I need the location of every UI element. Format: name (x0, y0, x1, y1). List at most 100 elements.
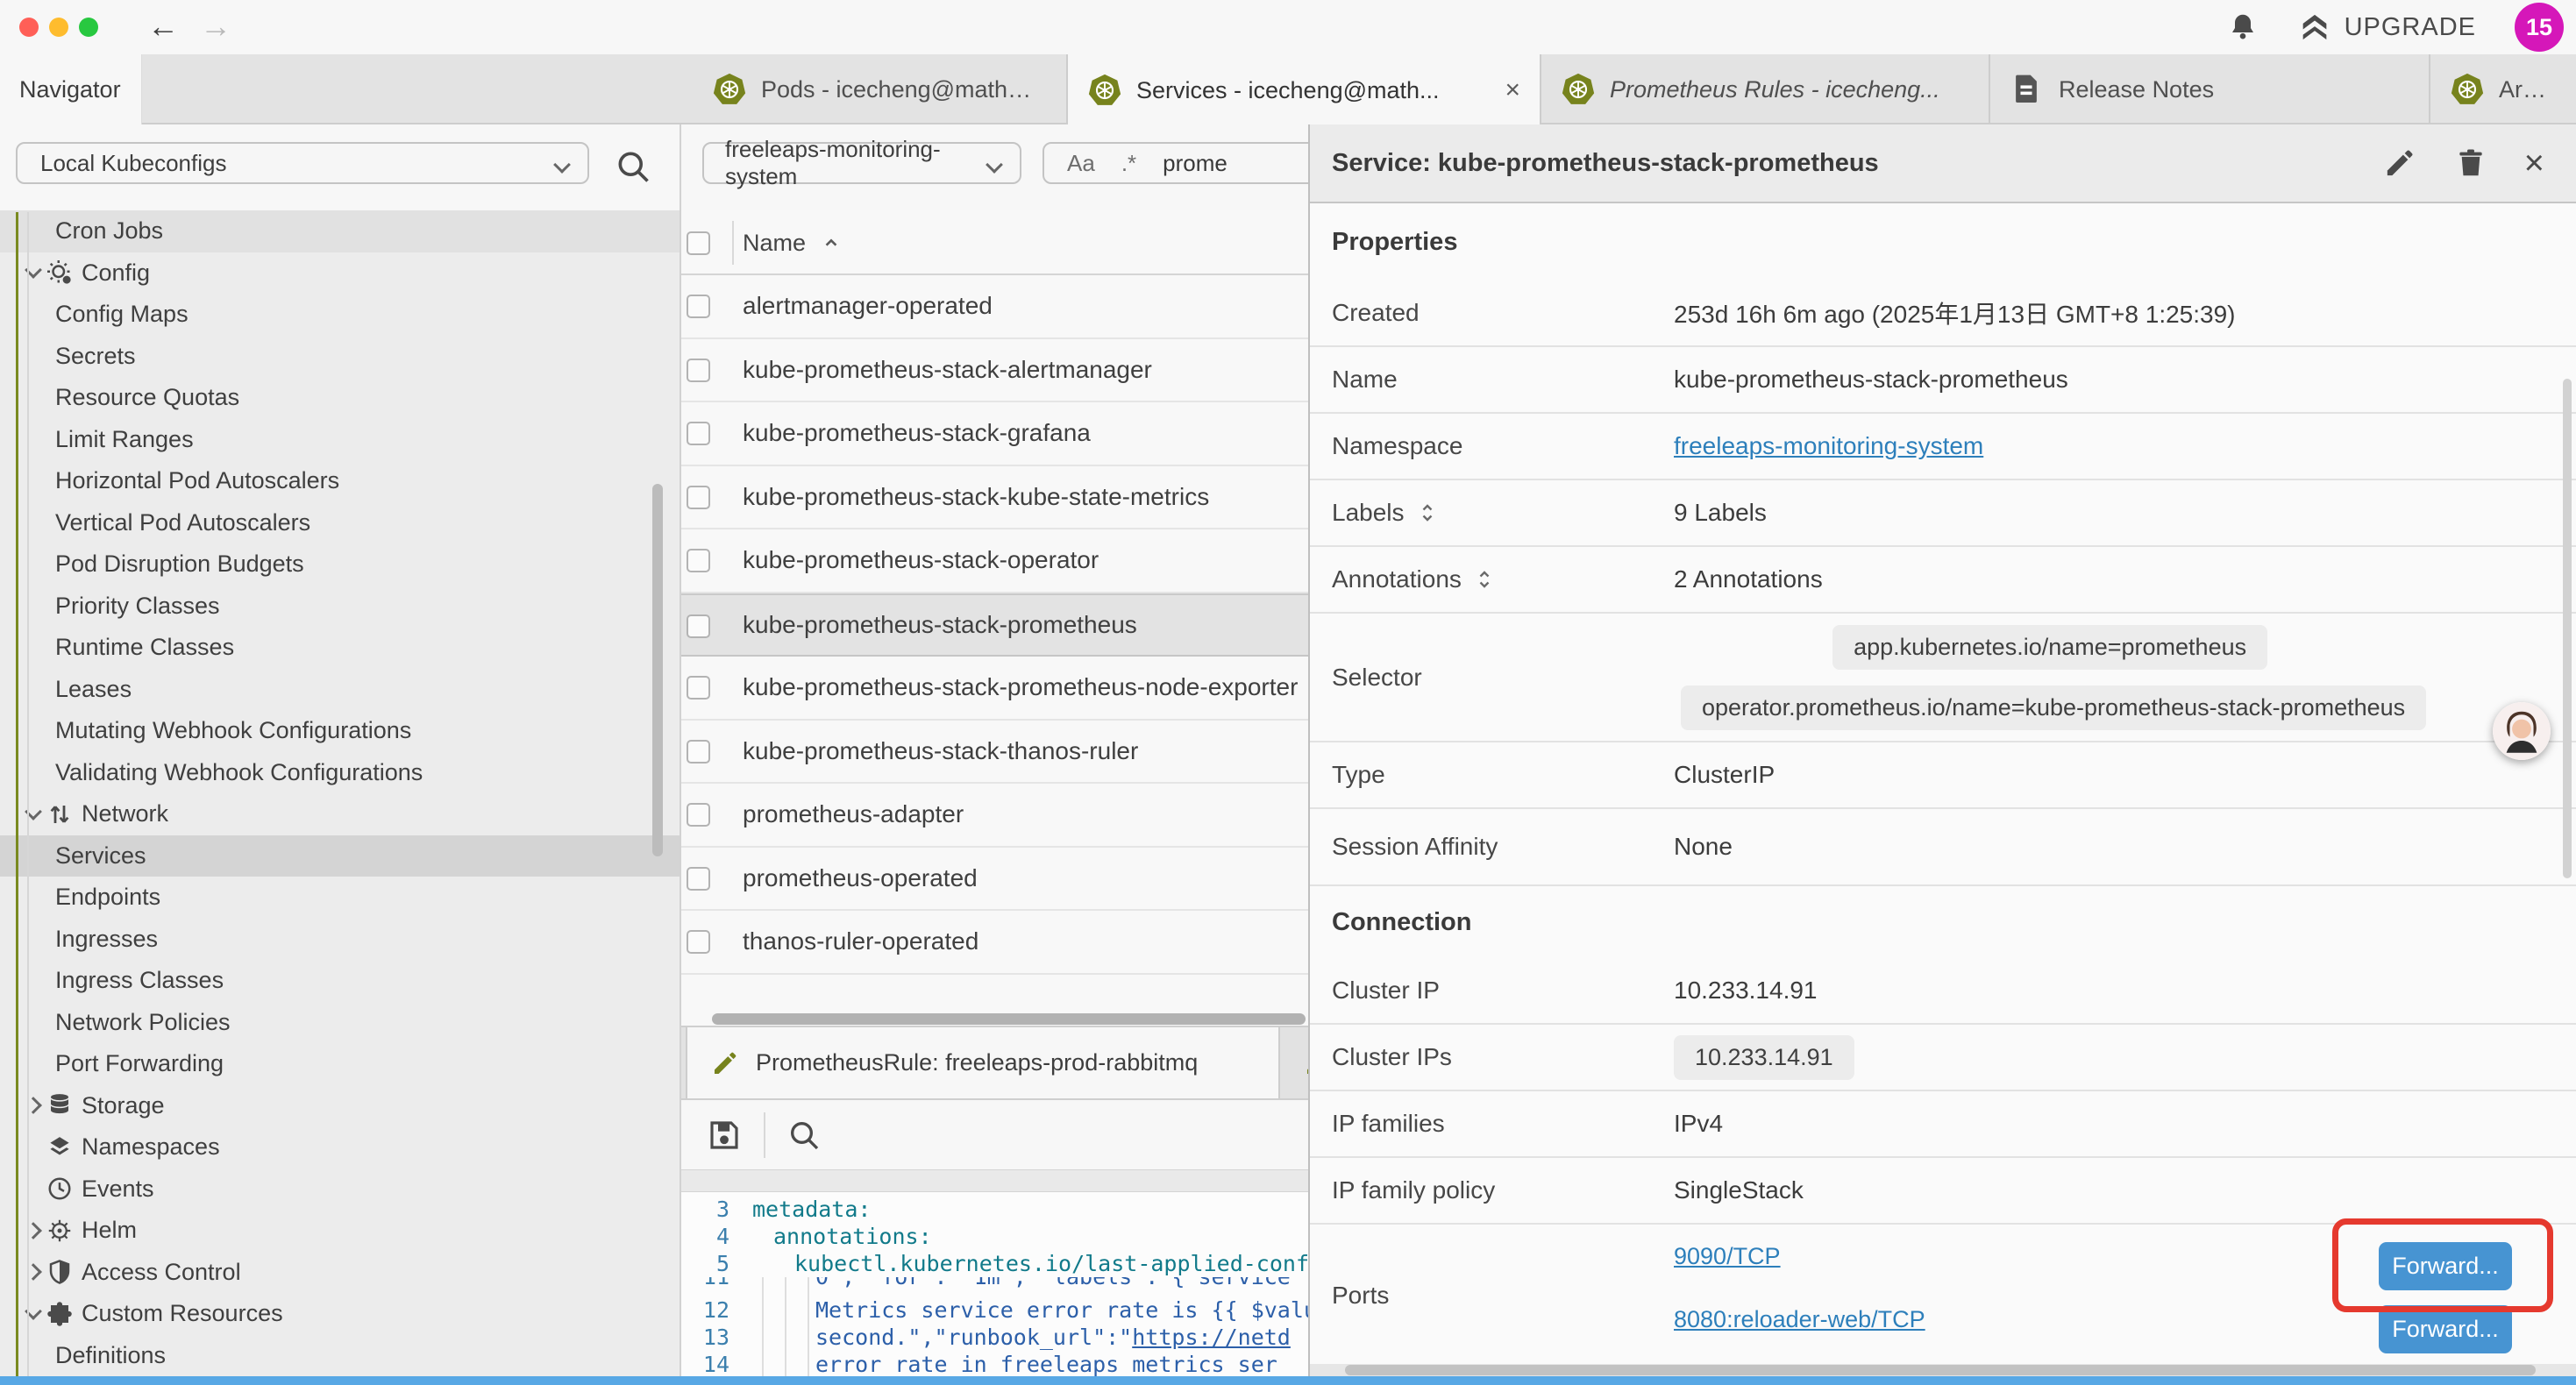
sidebar-item-custom-resources[interactable]: Custom Resources (0, 1293, 680, 1335)
sidebar-item-cron-jobs[interactable]: Cron Jobs (0, 210, 680, 252)
sidebar-item-ingress-classes[interactable]: Ingress Classes (0, 960, 680, 1002)
user-avatar[interactable] (2493, 702, 2551, 760)
upgrade-button[interactable]: UPGRADE (2297, 10, 2476, 45)
sidebar-item-pod-disruption-budgets[interactable]: Pod Disruption Budgets (0, 543, 680, 586)
name-column-header[interactable]: Name (743, 210, 843, 275)
row-checkbox[interactable] (687, 422, 710, 445)
sidebar-item-port-forwarding[interactable]: Port Forwarding (0, 1043, 680, 1085)
select-all-checkbox[interactable] (687, 231, 710, 255)
detail-vertical-scrollbar[interactable] (2563, 379, 2572, 878)
sidebar-item-config[interactable]: Config (0, 252, 680, 295)
delete-icon[interactable] (2454, 146, 2487, 180)
detail-row-annotations: Annotations2 Annotations (1310, 547, 2576, 614)
back-button[interactable]: ← (147, 7, 179, 46)
detail-value: kube-prometheus-stack-prometheus (1674, 347, 2068, 412)
value-link[interactable]: freeleaps-monitoring-system (1674, 432, 1983, 460)
regex-toggle[interactable]: .* (1121, 150, 1136, 177)
tab-argo-se[interactable]: Argo Se (2430, 54, 2576, 124)
kubeconfig-select[interactable]: Local Kubeconfigs (16, 142, 589, 184)
port-link[interactable]: 9090/TCP (1674, 1243, 1781, 1270)
row-checkbox[interactable] (687, 614, 710, 638)
sidebar-item-definitions[interactable]: Definitions (0, 1335, 680, 1377)
tab-services-icecheng-math[interactable]: Services - icecheng@math...× (1068, 54, 1541, 126)
edit-icon[interactable] (2382, 146, 2417, 181)
row-checkbox[interactable] (687, 295, 710, 318)
detail-label: Labels (1310, 480, 1674, 545)
row-checkbox[interactable] (687, 867, 710, 891)
sidebar-item-helm[interactable]: Helm (0, 1210, 680, 1252)
close-tab-icon[interactable]: × (1494, 75, 1520, 105)
arrows-icon (46, 801, 73, 827)
sidebar-item-priority-classes[interactable]: Priority Classes (0, 586, 680, 628)
window-maximize-button[interactable] (79, 18, 98, 37)
port-row: 9090/TCPForward... (1674, 1225, 2576, 1288)
save-icon[interactable] (706, 1117, 743, 1154)
forward-button[interactable]: Forward... (2379, 1305, 2512, 1353)
sidebar-item-access-control[interactable]: Access Control (0, 1252, 680, 1294)
sidebar-item-runtime-classes[interactable]: Runtime Classes (0, 627, 680, 669)
sidebar-item-vertical-pod-autoscalers[interactable]: Vertical Pod Autoscalers (0, 502, 680, 544)
row-checkbox[interactable] (687, 803, 710, 827)
sidebar-item-services[interactable]: Services (0, 835, 680, 877)
detail-horizontal-scrollbar[interactable] (1310, 1364, 2576, 1376)
chevron-down-icon[interactable] (27, 1310, 45, 1318)
sort-updown-icon[interactable] (1417, 502, 1438, 523)
sidebar-item-ingresses[interactable]: Ingresses (0, 919, 680, 961)
row-checkbox[interactable] (687, 549, 710, 572)
navigator-tab[interactable]: Navigator (0, 54, 142, 124)
sidebar-item-label: Custom Resources (82, 1300, 283, 1327)
chevron-down-icon[interactable] (27, 269, 45, 276)
sidebar-item-storage[interactable]: Storage (0, 1085, 680, 1127)
tab-pods-icecheng-mathmas[interactable]: Pods - icecheng@mathmas... (693, 54, 1068, 124)
tab-release-notes[interactable]: Release Notes (1990, 54, 2430, 124)
sidebar-scrollbar[interactable] (652, 484, 663, 856)
sidebar-item-network[interactable]: Network (0, 793, 680, 835)
notification-count-badge[interactable]: 15 (2515, 3, 2564, 52)
sidebar-item-horizontal-pod-autoscalers[interactable]: Horizontal Pod Autoscalers (0, 460, 680, 502)
row-checkbox[interactable] (687, 486, 710, 509)
port-link[interactable]: 8080:reloader-web/TCP (1674, 1306, 1925, 1333)
search-icon[interactable] (614, 147, 652, 186)
sidebar-item-mutating-webhook-configurations[interactable]: Mutating Webhook Configurations (0, 710, 680, 752)
sidebar-item-leases[interactable]: Leases (0, 669, 680, 711)
sidebar-item-events[interactable]: Events (0, 1168, 680, 1211)
line-number: 14 (681, 1352, 729, 1376)
namespace-select[interactable]: freeleaps-monitoring-system (702, 142, 1021, 184)
sidebar-item-validating-webhook-configurations[interactable]: Validating Webhook Configurations (0, 752, 680, 794)
sidebar-item-config-maps[interactable]: Config Maps (0, 294, 680, 336)
sidebar-item-endpoints[interactable]: Endpoints (0, 877, 680, 919)
chevron-down-icon[interactable] (27, 811, 45, 818)
sidebar-item-limit-ranges[interactable]: Limit Ranges (0, 419, 680, 461)
close-panel-icon[interactable]: × (2524, 146, 2544, 181)
kubernetes-icon (1087, 73, 1122, 108)
chevron-right-icon[interactable] (27, 1099, 45, 1112)
editor-search-icon[interactable] (786, 1118, 822, 1153)
detail-row-type: TypeClusterIP (1310, 742, 2576, 809)
sidebar-item-namespaces[interactable]: Namespaces (0, 1126, 680, 1168)
detail-row-session-affinity: Session AffinityNone (1310, 809, 2576, 886)
service-name: thanos-ruler-operated (743, 927, 978, 955)
tab-label: Pods - icecheng@mathmas... (761, 76, 1047, 103)
row-checkbox[interactable] (687, 676, 710, 700)
row-checkbox[interactable] (687, 359, 710, 382)
row-checkbox[interactable] (687, 740, 710, 764)
service-name: alertmanager-operated (743, 292, 993, 320)
sidebar-item-network-policies[interactable]: Network Policies (0, 1002, 680, 1044)
sidebar-item-secrets[interactable]: Secrets (0, 336, 680, 378)
chevron-right-icon[interactable] (27, 1266, 45, 1278)
chevron-right-icon[interactable] (27, 1225, 45, 1237)
detail-row-ports: Ports9090/TCPForward...8080:reloader-web… (1310, 1225, 2576, 1368)
sidebar-item-resource-quotas[interactable]: Resource Quotas (0, 377, 680, 419)
sort-updown-icon[interactable] (1474, 569, 1495, 590)
row-checkbox[interactable] (687, 930, 710, 954)
match-case-toggle[interactable]: Aa (1067, 150, 1095, 177)
service-name: prometheus-adapter (743, 800, 964, 828)
window-close-button[interactable] (19, 18, 39, 37)
editor-tab-prometheusrule-freeleaps-prod-rabbitmq[interactable]: PrometheusRule: freeleaps-prod-rabbitmq (686, 1027, 1280, 1098)
notifications-bell-icon[interactable] (2227, 11, 2259, 43)
window-minimize-button[interactable] (49, 18, 68, 37)
kubernetes-icon (712, 72, 747, 107)
forward-button[interactable]: → (200, 7, 231, 46)
detail-label: Created (1310, 281, 1674, 345)
tab-prometheus-rules-icecheng[interactable]: Prometheus Rules - icecheng... (1541, 54, 1990, 124)
